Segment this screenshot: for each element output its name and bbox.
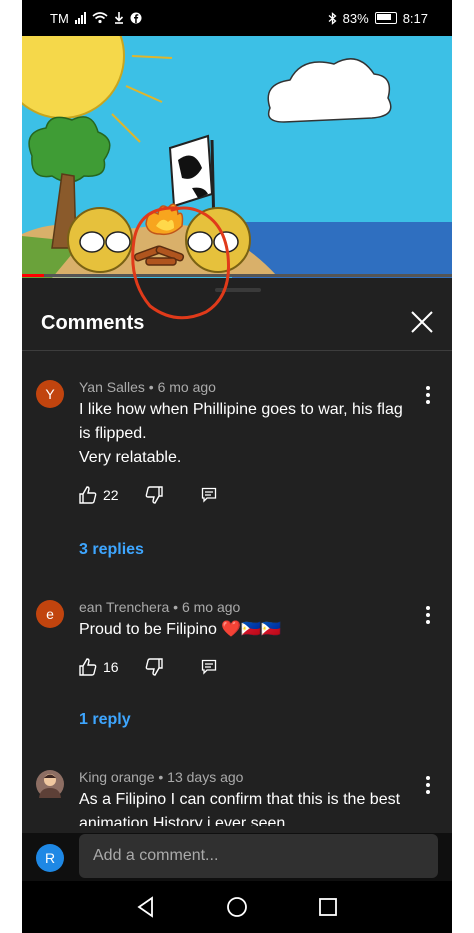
add-comment-bar: R Add a comment... xyxy=(22,833,452,881)
comment-text: I like how when Phillipine goes to war, … xyxy=(79,401,403,466)
more-options-icon[interactable] xyxy=(426,776,430,797)
comment-meta: Yan Salles • 6 mo ago xyxy=(79,379,216,395)
video-frame-illustration xyxy=(22,36,452,278)
video-player[interactable] xyxy=(22,36,452,278)
avatar[interactable]: Y xyxy=(36,380,64,408)
like-count: 22 xyxy=(103,487,119,503)
avatar[interactable] xyxy=(36,770,64,798)
status-bar: TM 83% 8:17 xyxy=(22,0,452,36)
more-options-icon[interactable] xyxy=(426,386,430,407)
comment-meta: King orange • 13 days ago xyxy=(79,769,244,785)
like-count: 16 xyxy=(103,659,119,675)
facebook-icon xyxy=(130,12,142,24)
home-icon[interactable] xyxy=(225,895,249,919)
recents-icon[interactable] xyxy=(316,895,340,919)
more-options-icon[interactable] xyxy=(426,606,430,627)
comment-text: Proud to be Filipino ❤️🇵🇭🇵🇭 xyxy=(79,621,282,638)
comment-actions: 22 xyxy=(79,486,217,504)
user-avatar[interactable]: R xyxy=(36,844,64,872)
comments-panel: Comments Y Yan Salles • 6 mo ago I like … xyxy=(22,278,452,833)
like-button[interactable]: 22 xyxy=(79,486,119,504)
bluetooth-icon xyxy=(328,11,337,25)
add-comment-input[interactable]: Add a comment... xyxy=(79,834,438,878)
wifi-icon xyxy=(92,12,108,24)
thumbs-up-icon xyxy=(79,658,97,676)
thumbs-down-icon[interactable] xyxy=(145,658,163,676)
thumbs-up-icon xyxy=(79,486,97,504)
comment-actions: 16 xyxy=(79,658,217,676)
drag-handle[interactable] xyxy=(215,288,261,292)
video-progress-fill xyxy=(22,274,44,277)
download-icon xyxy=(114,12,123,24)
comment-text: As a Filipino I can confirm that this is… xyxy=(79,791,401,826)
avatar[interactable]: e xyxy=(36,600,64,628)
view-replies-link[interactable]: 1 reply xyxy=(79,711,131,729)
comment-meta: ean Trenchera • 6 mo ago xyxy=(79,599,241,615)
divider xyxy=(22,350,452,351)
thumbs-down-icon[interactable] xyxy=(145,486,163,504)
battery-percent: 83% xyxy=(342,10,369,26)
signal-icon xyxy=(74,12,86,24)
phone-screen: TM 83% 8:17 Comments Y Yan Salles • 6 mo… xyxy=(22,0,452,933)
clock: 8:17 xyxy=(402,10,428,26)
panel-title: Comments xyxy=(41,312,145,334)
comment-item: King orange • 13 days ago As a Filipino … xyxy=(22,766,452,826)
avatar-image xyxy=(39,774,61,798)
battery-icon xyxy=(374,12,397,24)
like-button[interactable]: 16 xyxy=(79,658,119,676)
close-icon[interactable] xyxy=(410,310,434,334)
view-replies-link[interactable]: 3 replies xyxy=(79,541,144,559)
carrier-label: TM xyxy=(50,10,69,26)
reply-icon[interactable] xyxy=(201,487,217,503)
back-icon[interactable] xyxy=(134,895,158,919)
video-progress-bar[interactable] xyxy=(22,274,452,277)
system-nav-bar xyxy=(22,881,452,933)
reply-icon[interactable] xyxy=(201,659,217,675)
